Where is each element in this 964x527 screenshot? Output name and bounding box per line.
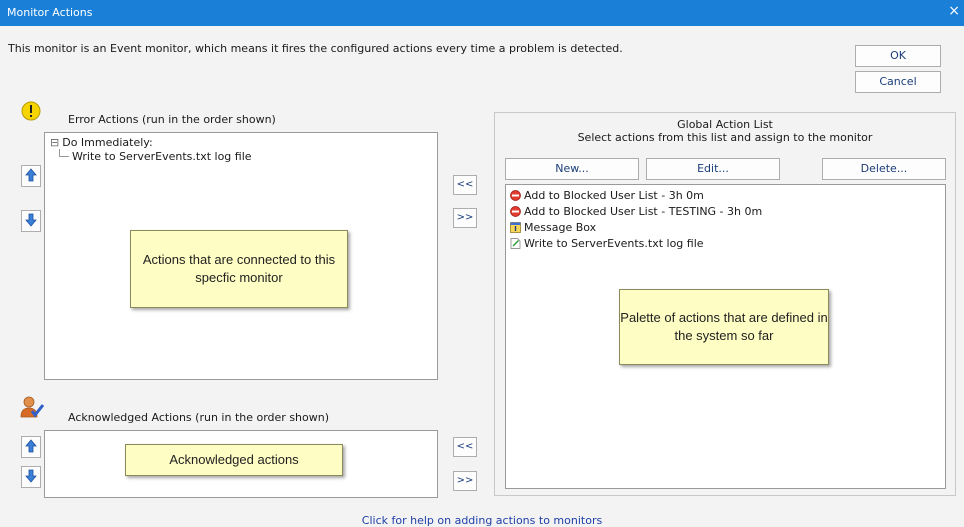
ack-move-up-button[interactable] xyxy=(21,436,41,458)
ok-button[interactable]: OK xyxy=(855,45,941,67)
arrow-down-icon xyxy=(25,469,37,486)
ack-assign-right-button[interactable]: >> xyxy=(453,471,477,491)
close-icon[interactable]: × xyxy=(948,3,960,19)
acknowledged-actions-note: Acknowledged actions xyxy=(125,444,343,476)
move-down-button[interactable] xyxy=(21,210,41,232)
list-item[interactable]: Write to ServerEvents.txt log file xyxy=(510,235,704,251)
arrow-up-icon xyxy=(25,167,37,185)
edit-action-button[interactable]: Edit... xyxy=(646,158,780,180)
user-check-icon xyxy=(20,395,45,419)
new-action-button[interactable]: New... xyxy=(505,158,639,180)
list-item-label: Add to Blocked User List - TESTING - 3h … xyxy=(524,204,763,218)
list-item[interactable]: Message Box xyxy=(510,219,596,235)
blocked-icon xyxy=(510,189,521,201)
global-list-subtitle: Select actions from this list and assign… xyxy=(577,131,873,144)
log-file-icon xyxy=(510,237,521,249)
assign-left-button[interactable]: << xyxy=(453,175,477,195)
list-item-label: Write to ServerEvents.txt log file xyxy=(524,236,704,250)
assign-right-button[interactable]: >> xyxy=(453,208,477,228)
title-bar: Monitor Actions × xyxy=(0,0,964,26)
help-link[interactable]: Click for help on adding actions to moni… xyxy=(0,514,964,527)
error-actions-label: Error Actions (run in the order shown) xyxy=(68,113,276,126)
acknowledged-actions-label: Acknowledged Actions (run in the order s… xyxy=(68,411,330,424)
global-list-note: Palette of actions that are defined in t… xyxy=(619,289,829,365)
tree-group-do-immediately[interactable]: ⊟ Do Immediately: xyxy=(50,136,153,149)
acknowledged-actions-list[interactable]: Acknowledged actions xyxy=(44,430,438,498)
list-item[interactable]: Add to Blocked User List - 3h 0m xyxy=(510,187,704,203)
blocked-icon xyxy=(510,205,521,217)
list-item[interactable]: Add to Blocked User List - TESTING - 3h … xyxy=(510,203,762,219)
global-action-list[interactable]: Add to Blocked User List - 3h 0m Add to … xyxy=(505,184,946,489)
tree-group-label: Do Immediately: xyxy=(62,136,153,149)
tree-expander-icon[interactable]: ⊟ xyxy=(50,136,59,149)
error-actions-list[interactable]: ⊟ Do Immediately: Write to ServerEvents.… xyxy=(44,132,438,380)
global-list-title: Global Action List xyxy=(677,118,773,131)
message-box-icon xyxy=(510,221,521,233)
window-title: Monitor Actions xyxy=(7,6,93,19)
warning-icon xyxy=(21,101,41,121)
arrow-up-icon xyxy=(25,438,37,456)
delete-action-button[interactable]: Delete... xyxy=(822,158,946,180)
move-up-button[interactable] xyxy=(21,165,41,187)
arrow-down-icon xyxy=(25,213,37,230)
global-action-list-panel: Global Action List Select actions from t… xyxy=(494,112,956,496)
ack-move-down-button[interactable] xyxy=(21,466,41,488)
list-item-label: Add to Blocked User List - 3h 0m xyxy=(524,188,704,202)
dialog-body: This monitor is an Event monitor, which … xyxy=(0,26,964,527)
cancel-button[interactable]: Cancel xyxy=(855,71,941,93)
ack-assign-left-button[interactable]: << xyxy=(453,437,477,457)
list-item-label: Message Box xyxy=(524,220,597,234)
tree-item[interactable]: Write to ServerEvents.txt log file xyxy=(72,150,252,163)
error-actions-note: Actions that are connected to this specf… xyxy=(130,230,348,308)
tree-connector xyxy=(59,149,69,157)
monitor-description: This monitor is an Event monitor, which … xyxy=(8,42,623,55)
